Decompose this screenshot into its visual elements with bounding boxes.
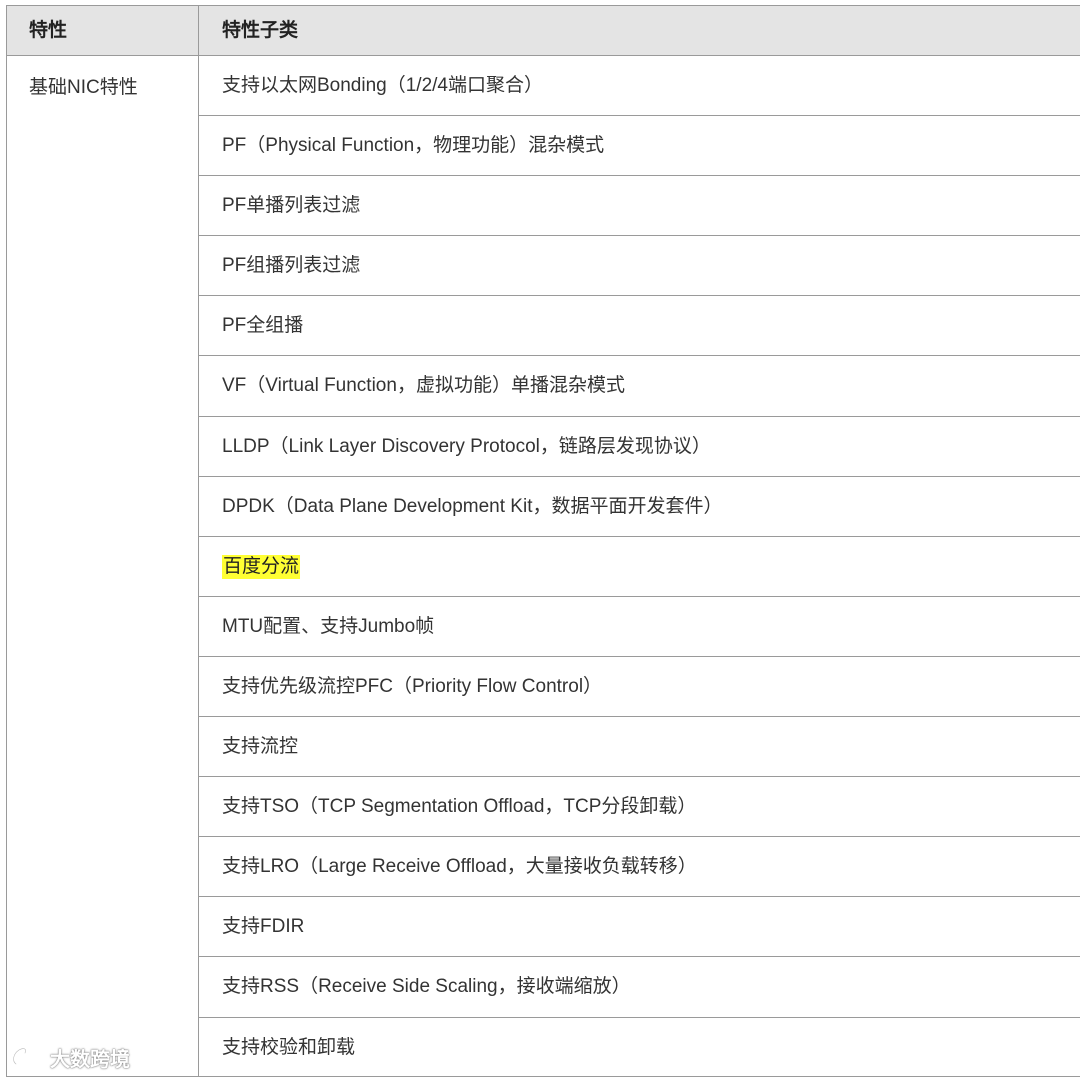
table-row: 支持优先级流控PFC（Priority Flow Control） <box>199 657 1080 718</box>
table-row: 百度分流 <box>199 537 1080 597</box>
subclass-text: DPDK（Data Plane Development Kit，数据平面开发套件… <box>222 495 723 517</box>
subclass-text: 支持流控 <box>222 736 299 758</box>
subclass-text: PF全组播 <box>222 315 304 337</box>
subclass-text: PF（Physical Function，物理功能）混杂模式 <box>222 135 605 157</box>
subclass-rows: 支持以太网Bonding（1/2/4端口聚合） PF（Physical Funct… <box>199 56 1080 1077</box>
subclass-text: PF单播列表过滤 <box>222 195 361 217</box>
table-row: 支持TSO（TCP Segmentation Offload，TCP分段卸载） <box>199 777 1080 838</box>
header-feature-subclass: 特性子类 <box>222 20 299 41</box>
watermark-text: 大数跨境 <box>50 1048 130 1071</box>
subclass-text: 支持校验和卸载 <box>222 1036 356 1058</box>
category-cell: 基础NIC特性 <box>29 77 138 98</box>
table-row: PF（Physical Function，物理功能）混杂模式 <box>199 116 1080 177</box>
table-row: PF全组播 <box>199 296 1080 357</box>
table-header: 特性 特性子类 <box>7 6 1080 56</box>
subclass-text: 支持优先级流控PFC（Priority Flow Control） <box>222 675 603 697</box>
watermark: 大数跨境 <box>10 1043 130 1071</box>
table-row: 支持流控 <box>199 717 1080 778</box>
table-row: 支持校验和卸载 <box>199 1018 1080 1077</box>
table-row: PF单播列表过滤 <box>199 176 1080 237</box>
subclass-text: 支持FDIR <box>222 916 305 938</box>
subclass-text: VF（Virtual Function，虚拟功能）单播混杂模式 <box>222 375 625 397</box>
header-feature: 特性 <box>29 20 68 41</box>
subclass-text: PF组播列表过滤 <box>222 255 361 277</box>
highlighted-subclass-text: 百度分流 <box>222 554 301 579</box>
table-row: 支持RSS（Receive Side Scaling，接收端缩放） <box>199 957 1080 1018</box>
table-row: PF组播列表过滤 <box>199 236 1080 297</box>
subclass-text: 支持RSS（Receive Side Scaling，接收端缩放） <box>222 976 631 998</box>
feature-table: 特性 特性子类 基础NIC特性 支持以太网Bonding（1/2/4端口聚合） P… <box>6 5 1080 1077</box>
subclass-text: 支持以太网Bonding（1/2/4端口聚合） <box>222 75 543 96</box>
subclass-text: 支持LRO（Large Receive Offload，大量接收负载转移） <box>222 856 697 878</box>
table-row: 支持以太网Bonding（1/2/4端口聚合） <box>199 56 1080 117</box>
table-row: DPDK（Data Plane Development Kit，数据平面开发套件… <box>199 477 1080 537</box>
subclass-text: LLDP（Link Layer Discovery Protocol，链路层发现… <box>222 435 711 457</box>
weibo-logo-icon <box>10 1044 44 1070</box>
table-row: 支持LRO（Large Receive Offload，大量接收负载转移） <box>199 837 1080 898</box>
table-row: MTU配置、支持Jumbo帧 <box>199 597 1080 657</box>
subclass-text: MTU配置、支持Jumbo帧 <box>222 615 435 637</box>
table-row: 支持FDIR <box>199 897 1080 958</box>
table-row: LLDP（Link Layer Discovery Protocol，链路层发现… <box>199 417 1080 477</box>
subclass-text: 支持TSO（TCP Segmentation Offload，TCP分段卸载） <box>222 796 697 818</box>
table-row: VF（Virtual Function，虚拟功能）单播混杂模式 <box>199 356 1080 417</box>
